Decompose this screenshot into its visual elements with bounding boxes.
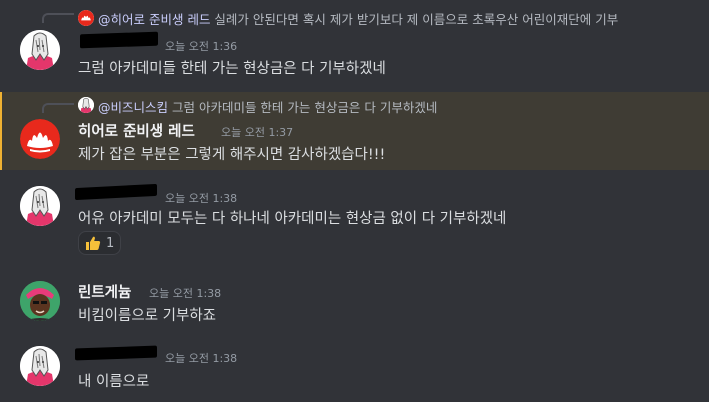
fire-logo-icon — [78, 10, 94, 26]
message-2-highlighted[interactable]: @비즈니스킴 그럼 아카데미들 한테 가는 현상금은 다 기부하겠네 히어로 준… — [0, 92, 709, 170]
reply-avatar-white-hair[interactable] — [78, 97, 94, 113]
timestamp[interactable]: 오늘 오전 1:38 — [149, 285, 221, 301]
message-content: 제가 잡은 부분은 그렇게 해주시면 감사하겠습다!!! — [78, 147, 386, 163]
message-content: 어유 아카데미 모두는 다 하나네 아카데미는 현상금 없이 다 기부하겠네 — [78, 211, 507, 227]
author-name[interactable]: 히어로 준비생 레드 — [78, 120, 195, 141]
fire-logo-icon — [20, 119, 60, 159]
reply-mention[interactable]: @비즈니스킴 — [98, 100, 168, 115]
redacted-username[interactable] — [75, 183, 157, 201]
redacted-username[interactable] — [75, 345, 157, 361]
reply-connector — [42, 13, 74, 23]
avatar[interactable] — [20, 186, 60, 226]
message-1[interactable]: @히어로 준비생 레드 실례가 안된다면 혹시 제가 받기보다 제 이름으로 초… — [0, 4, 709, 86]
message-3[interactable]: 오늘 오전 1:38 어유 아카데미 모두는 다 하나네 아카데미는 현상금 없… — [0, 180, 709, 258]
avatar[interactable] — [20, 30, 60, 70]
white-hair-character-avatar-icon — [20, 30, 60, 70]
avatar[interactable] — [20, 281, 60, 321]
dark-skin-character-avatar-icon — [20, 281, 60, 321]
message-content: 비킴이름으로 기부하죠 — [78, 308, 217, 324]
avatar[interactable] — [20, 119, 60, 159]
reaction-count: 1 — [106, 235, 115, 251]
reply-avatar-red[interactable] — [78, 10, 94, 26]
reply-connector — [42, 103, 74, 113]
reply-preview[interactable]: @비즈니스킴 그럼 아카데미들 한테 가는 현상금은 다 기부하겠네 — [98, 97, 437, 116]
timestamp[interactable]: 오늘 오전 1:36 — [165, 38, 237, 54]
timestamp[interactable]: 오늘 오전 1:38 — [165, 350, 237, 366]
timestamp[interactable]: 오늘 오전 1:38 — [165, 190, 237, 206]
message-content: 그럼 아카데미들 한테 가는 현상금은 다 기부하겠네 — [78, 61, 386, 77]
message-5[interactable]: 오늘 오전 1:38 내 이름으로 — [0, 340, 709, 402]
reply-excerpt: 그럼 아카데미들 한테 가는 현상금은 다 기부하겠네 — [168, 100, 438, 115]
white-hair-character-avatar-icon — [78, 97, 94, 113]
reply-excerpt: 실례가 안된다면 혹시 제가 받기보다 제 이름으로 초록우산 어린이재단에 기… — [210, 12, 619, 27]
timestamp[interactable]: 오늘 오전 1:37 — [221, 124, 293, 140]
message-4[interactable]: 린트게늄 오늘 오전 1:38 비킴이름으로 기부하죠 — [0, 276, 709, 330]
reaction-thumbs-up[interactable]: 1 — [78, 231, 122, 255]
thumbs-up-icon — [86, 236, 101, 250]
avatar[interactable] — [20, 346, 60, 386]
redacted-username[interactable] — [80, 31, 158, 49]
author-name[interactable]: 린트게늄 — [78, 281, 131, 302]
white-hair-character-avatar-icon — [20, 346, 60, 386]
reply-mention[interactable]: @히어로 준비생 레드 — [98, 12, 210, 27]
mention-highlight-bar — [0, 92, 2, 170]
reply-preview[interactable]: @히어로 준비생 레드 실례가 안된다면 혹시 제가 받기보다 제 이름으로 초… — [98, 9, 618, 28]
message-content: 내 이름으로 — [78, 374, 150, 390]
white-hair-character-avatar-icon — [20, 186, 60, 226]
